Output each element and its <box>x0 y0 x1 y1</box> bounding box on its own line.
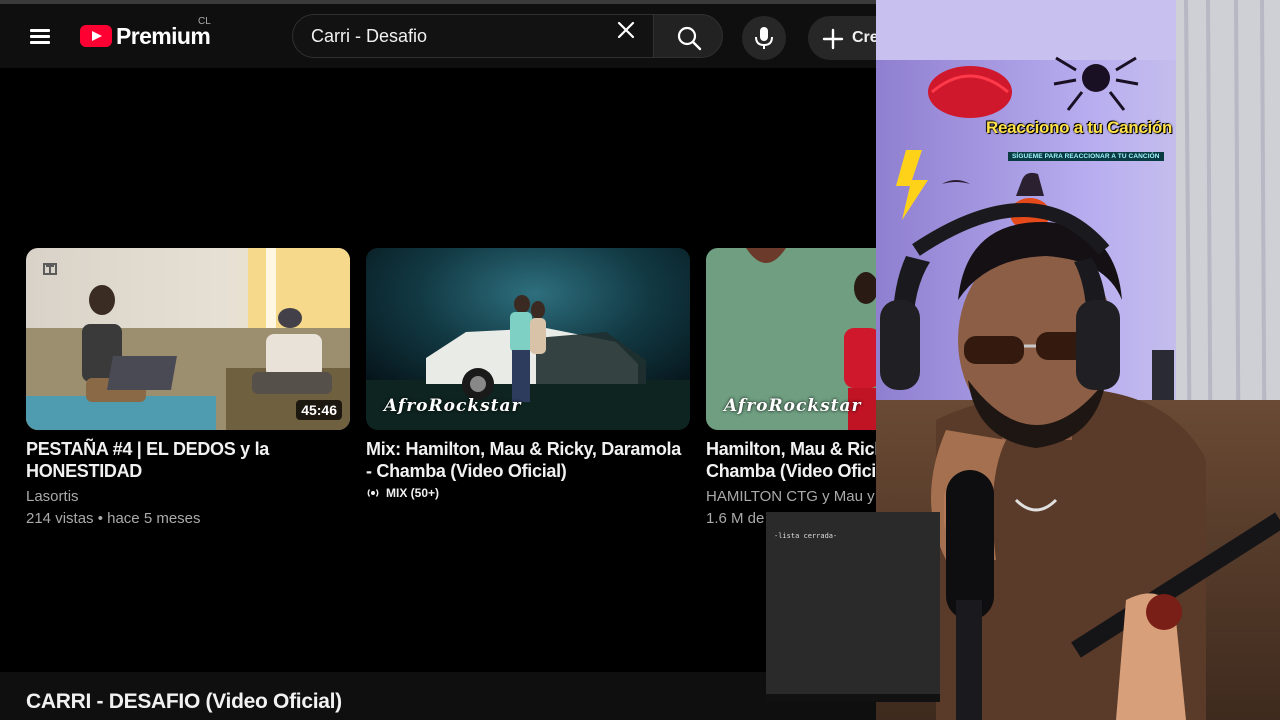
plus-icon <box>822 28 844 50</box>
thumbnail-brand-text: AfroRockstar <box>384 396 522 416</box>
now-playing-title: CARRI - DESAFIO (Video Oficial) <box>26 690 342 713</box>
youtube-window: Premium CL Carri - Desafio Cre 45:46 PES… <box>0 0 876 720</box>
thumbnail-brand-text: AfroRockstar <box>724 396 862 416</box>
mix-radio-icon <box>367 489 379 497</box>
overlay-subtitle: SÍGUEME PARA REACCIONAR A TU CANCIÓN <box>1008 152 1164 161</box>
search-button[interactable] <box>653 14 723 58</box>
video-card[interactable]: 45:46 PESTAÑA #4 | EL DEDOS y la HONESTI… <box>26 248 350 530</box>
video-card[interactable]: AfroRockstar Mix: Hamilton, Mau & Ricky,… <box>366 248 690 500</box>
masthead: Premium CL Carri - Desafio Cre <box>0 4 876 68</box>
channel-name[interactable]: Lasortis <box>26 486 350 508</box>
overlay-title: Reacciono a tu Canción <box>986 118 1173 137</box>
video-card[interactable]: AfroRockstar Hamilton, Mau & Ricky, Dara… <box>706 248 876 530</box>
youtube-premium-logo[interactable]: Premium <box>80 22 211 50</box>
list-popup: -lista cerrada- <box>766 512 940 694</box>
channel-name[interactable]: HAMILTON CTG y Mau y Ricky <box>706 486 876 508</box>
now-playing-bar: CARRI - DESAFIO (Video Oficial) <box>0 672 876 720</box>
microphone-icon <box>755 27 773 49</box>
video-thumbnail[interactable]: AfroRockstar <box>706 248 876 430</box>
close-icon[interactable] <box>616 20 652 56</box>
list-popup-shadow <box>766 694 940 702</box>
search-icon <box>677 26 702 51</box>
youtube-logo-icon <box>80 25 112 47</box>
search-input[interactable]: Carri - Desafio <box>292 14 654 58</box>
voice-search-button[interactable] <box>742 16 786 60</box>
video-title[interactable]: Mix: Hamilton, Mau & Ricky, Daramola - C… <box>366 438 690 482</box>
video-stats: 214 vistas • hace 5 meses <box>26 510 201 527</box>
search-query: Carri - Desafio <box>311 26 428 46</box>
mix-badge: MIX (50+) <box>366 486 690 500</box>
hamburger-menu-icon[interactable] <box>24 20 56 52</box>
country-code: CL <box>198 16 211 27</box>
mix-count: MIX (50+) <box>386 486 440 500</box>
logo-text: Premium <box>116 22 211 49</box>
create-label: Cre <box>852 29 876 46</box>
video-duration: 45:46 <box>296 400 342 420</box>
video-thumbnail[interactable]: AfroRockstar <box>366 248 690 430</box>
video-title[interactable]: PESTAÑA #4 | EL DEDOS y la HONESTIDAD <box>26 438 350 482</box>
video-thumbnail[interactable]: 45:46 <box>26 248 350 430</box>
video-title[interactable]: Hamilton, Mau & Ricky, Daramola - Chamba… <box>706 438 876 482</box>
list-popup-text: -lista cerrada- <box>774 532 838 540</box>
create-button[interactable]: Cre <box>808 16 876 60</box>
